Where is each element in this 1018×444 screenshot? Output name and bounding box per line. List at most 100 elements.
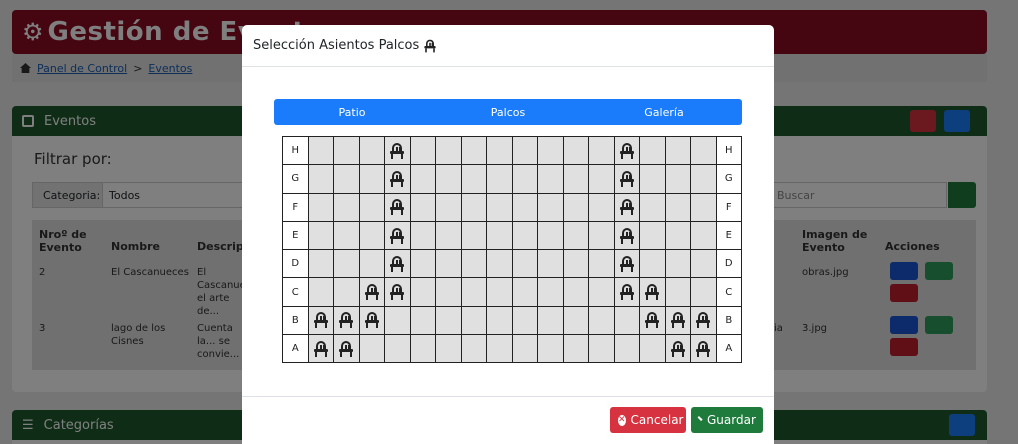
tab-galeria[interactable]: Galería bbox=[586, 99, 742, 125]
seat-cell[interactable] bbox=[307, 305, 334, 336]
empty-cell bbox=[333, 277, 360, 307]
seat-row: GG bbox=[282, 164, 742, 194]
seat-cell[interactable] bbox=[664, 334, 691, 364]
modal-title: Selección Asientos Palcos bbox=[253, 38, 420, 53]
seat-cell[interactable] bbox=[384, 277, 411, 307]
chair-icon bbox=[619, 142, 634, 159]
seat-cell[interactable] bbox=[639, 277, 666, 307]
empty-cell bbox=[664, 164, 691, 194]
chair-icon bbox=[619, 284, 634, 301]
row-label-left: H bbox=[282, 135, 309, 166]
empty-cell bbox=[333, 249, 360, 279]
seat-cell[interactable] bbox=[384, 249, 411, 279]
empty-cell bbox=[562, 164, 589, 194]
seat-cell[interactable] bbox=[613, 277, 640, 307]
seat-cell[interactable] bbox=[384, 135, 411, 166]
seat-cell[interactable] bbox=[333, 334, 360, 364]
empty-cell bbox=[613, 305, 640, 336]
empty-cell bbox=[588, 164, 615, 194]
empty-cell bbox=[358, 220, 385, 251]
empty-cell bbox=[639, 334, 666, 364]
empty-cell bbox=[588, 192, 615, 222]
empty-cell bbox=[409, 249, 436, 279]
seat-cell[interactable] bbox=[384, 192, 411, 222]
empty-cell bbox=[358, 135, 385, 166]
empty-cell bbox=[562, 249, 589, 279]
seat-cell[interactable] bbox=[613, 220, 640, 251]
chair-icon bbox=[364, 312, 379, 329]
seat-cell[interactable] bbox=[613, 164, 640, 194]
empty-cell bbox=[562, 334, 589, 364]
row-label-right: E bbox=[715, 220, 742, 251]
chair-icon bbox=[339, 312, 354, 329]
tab-palcos[interactable]: Palcos bbox=[430, 99, 586, 125]
cancel-button[interactable]: ✕ Cancelar bbox=[610, 407, 686, 433]
row-label-right: F bbox=[715, 192, 742, 222]
seat-cell[interactable] bbox=[358, 277, 385, 307]
row-label-left: F bbox=[282, 192, 309, 222]
empty-cell bbox=[409, 192, 436, 222]
empty-cell bbox=[358, 192, 385, 222]
seat-cell[interactable] bbox=[613, 135, 640, 166]
empty-cell bbox=[537, 277, 564, 307]
tab-patio[interactable]: Patio bbox=[274, 99, 430, 125]
row-label-left: E bbox=[282, 220, 309, 251]
empty-cell bbox=[307, 249, 334, 279]
close-circle-icon: ✕ bbox=[618, 414, 626, 426]
empty-cell bbox=[537, 334, 564, 364]
empty-cell bbox=[588, 277, 615, 307]
seat-cell[interactable] bbox=[690, 305, 717, 336]
chair-icon bbox=[390, 170, 405, 187]
chair-icon bbox=[390, 142, 405, 159]
empty-cell bbox=[486, 135, 513, 166]
empty-cell bbox=[435, 305, 462, 336]
empty-cell bbox=[460, 192, 487, 222]
empty-cell bbox=[409, 220, 436, 251]
seat-row: BB bbox=[282, 305, 742, 336]
empty-cell bbox=[690, 277, 717, 307]
seat-cell[interactable] bbox=[639, 305, 666, 336]
empty-cell bbox=[639, 135, 666, 166]
seat-cell[interactable] bbox=[613, 249, 640, 279]
seat-cell[interactable] bbox=[333, 305, 360, 336]
chair-icon bbox=[364, 284, 379, 301]
empty-cell bbox=[435, 334, 462, 364]
seat-cell[interactable] bbox=[307, 334, 334, 364]
empty-cell bbox=[511, 164, 538, 194]
empty-cell bbox=[460, 277, 487, 307]
seat-cell[interactable] bbox=[384, 220, 411, 251]
empty-cell bbox=[664, 249, 691, 279]
seat-cell[interactable] bbox=[690, 334, 717, 364]
chair-icon bbox=[619, 199, 634, 216]
save-button[interactable]: Guardar bbox=[691, 407, 763, 433]
empty-cell bbox=[486, 192, 513, 222]
empty-cell bbox=[333, 220, 360, 251]
chair-icon bbox=[670, 312, 685, 329]
empty-cell bbox=[537, 305, 564, 336]
row-label-right: A bbox=[715, 334, 742, 364]
modal-header: Selección Asientos Palcos bbox=[242, 25, 774, 67]
empty-cell bbox=[307, 192, 334, 222]
empty-cell bbox=[409, 334, 436, 364]
empty-cell bbox=[511, 192, 538, 222]
empty-cell bbox=[511, 334, 538, 364]
chair-icon bbox=[619, 227, 634, 244]
seat-row: CC bbox=[282, 277, 742, 307]
empty-cell bbox=[690, 192, 717, 222]
seat-row: FF bbox=[282, 192, 742, 222]
seat-cell[interactable] bbox=[384, 164, 411, 194]
empty-cell bbox=[588, 305, 615, 336]
chair-icon bbox=[390, 255, 405, 272]
empty-cell bbox=[460, 334, 487, 364]
chair-icon bbox=[424, 39, 436, 52]
empty-cell bbox=[537, 164, 564, 194]
seat-cell[interactable] bbox=[664, 305, 691, 336]
save-label: Guardar bbox=[707, 413, 756, 427]
seat-cell[interactable] bbox=[613, 192, 640, 222]
empty-cell bbox=[307, 220, 334, 251]
empty-cell bbox=[664, 192, 691, 222]
chair-icon bbox=[645, 284, 660, 301]
empty-cell bbox=[409, 135, 436, 166]
seat-cell[interactable] bbox=[358, 305, 385, 336]
section-tabs: Patio Palcos Galería bbox=[274, 99, 742, 125]
